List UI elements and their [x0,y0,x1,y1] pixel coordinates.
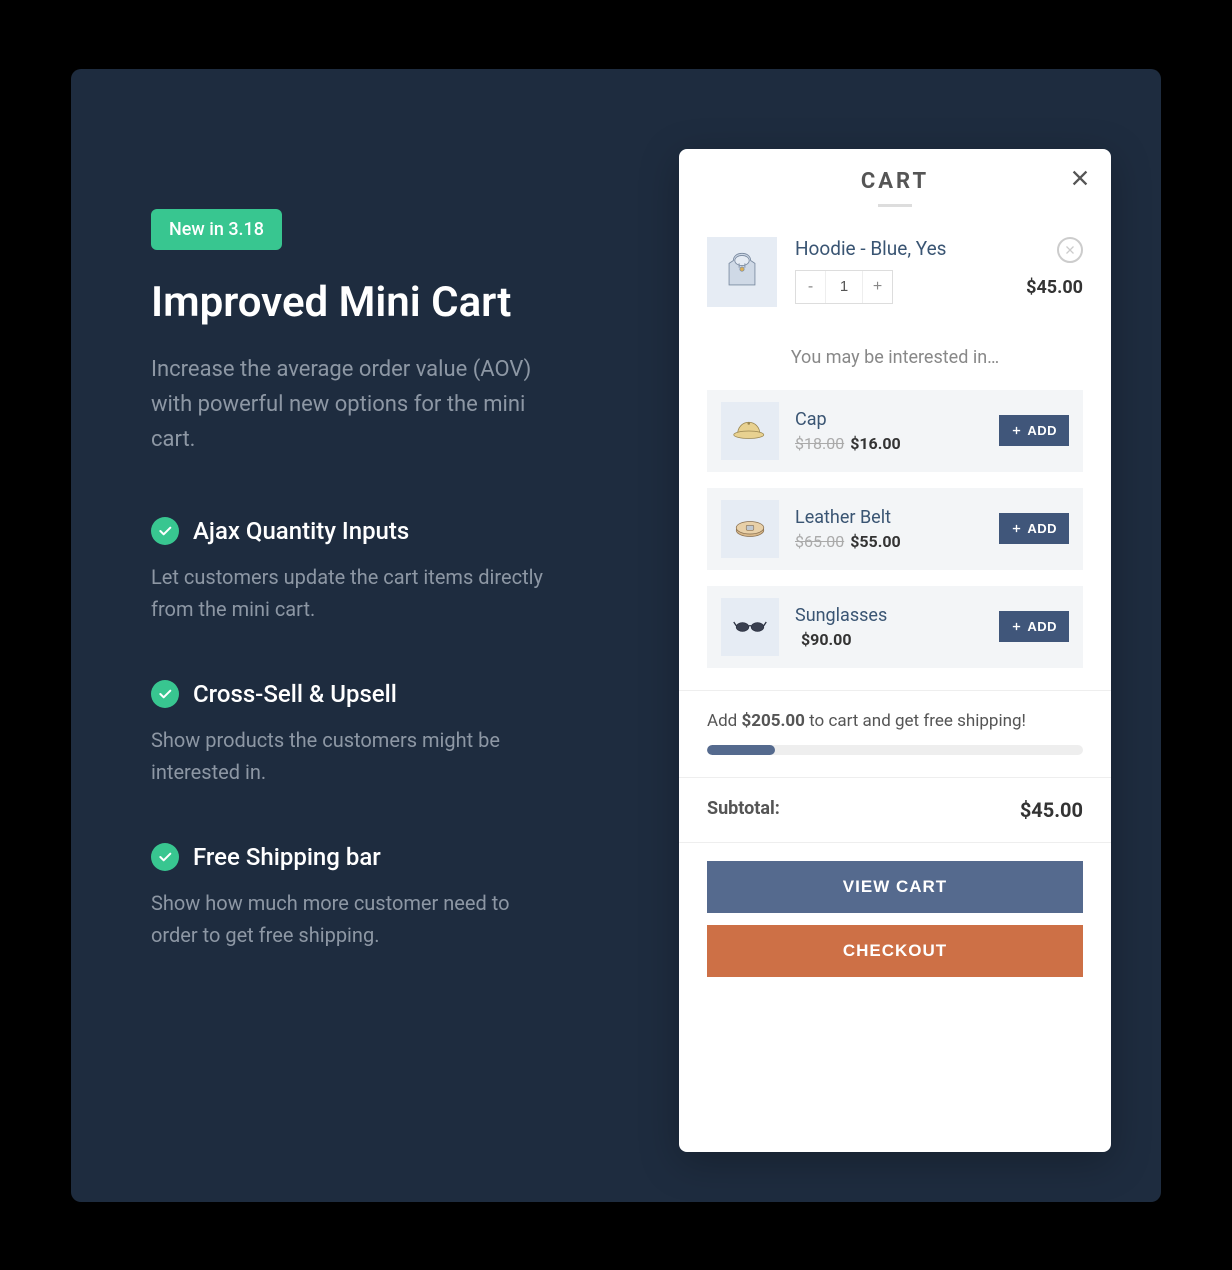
upsell-item: Sunglasses $90.00 ADD [707,586,1083,668]
upsell-price: $90.00 [795,630,983,649]
hero-description: Increase the average order value (AOV) w… [151,352,551,458]
cart-item: Hoodie - Blue, Yes - + $45.00 [707,237,1083,307]
free-shipping-bar: Add $205.00 to cart and get free shippin… [679,691,1111,755]
quantity-stepper: - + [795,270,893,304]
check-icon [151,680,179,708]
upsell-price: $65.00$55.00 [795,532,983,551]
check-icon [151,517,179,545]
cart-title: CART [679,169,1111,194]
progress-fill [707,745,775,755]
hoodie-icon [707,237,777,307]
feature-title: Ajax Quantity Inputs [193,517,409,545]
feature-title: Cross-Sell & Upsell [193,680,397,708]
feature-desc: Show how much more customer need to orde… [151,887,551,951]
feature-crosssell: Cross-Sell & Upsell Show products the cu… [151,680,639,788]
promo-copy: New in 3.18 Improved Mini Cart Increase … [151,149,639,1152]
sunglasses-icon [721,598,779,656]
close-icon[interactable] [1067,165,1093,191]
upsell-item: Cap $18.00$16.00 ADD [707,390,1083,472]
qty-increase-button[interactable]: + [862,271,892,303]
view-cart-button[interactable]: VIEW CART [707,861,1083,913]
upsell-name[interactable]: Leather Belt [795,507,983,528]
add-button[interactable]: ADD [999,415,1069,446]
cart-item-price: $45.00 [1026,277,1083,298]
add-button[interactable]: ADD [999,513,1069,544]
add-button[interactable]: ADD [999,611,1069,642]
cart-item-name: Hoodie - Blue, Yes [795,237,1008,260]
title-underline [878,204,912,207]
feature-title: Free Shipping bar [193,843,381,871]
shipping-text: Add $205.00 to cart and get free shippin… [707,711,1083,731]
hero-title: Improved Mini Cart [151,280,639,326]
feature-shipping: Free Shipping bar Show how much more cus… [151,843,639,951]
qty-decrease-button[interactable]: - [796,271,826,303]
subtotal-label: Subtotal: [707,798,780,822]
upsell-item: Leather Belt $65.00$55.00 ADD [707,488,1083,570]
cap-icon [721,402,779,460]
upsell-price: $18.00$16.00 [795,434,983,453]
checkout-button[interactable]: CHECKOUT [707,925,1083,977]
promo-canvas: New in 3.18 Improved Mini Cart Increase … [71,69,1161,1202]
remove-item-button[interactable] [1057,237,1083,263]
upsell-name[interactable]: Cap [795,409,983,430]
subtotal-value: $45.00 [1020,798,1083,822]
qty-input[interactable] [826,271,862,303]
subtotal-row: Subtotal: $45.00 [679,777,1111,843]
shipping-progress [707,745,1083,755]
feature-ajax: Ajax Quantity Inputs Let customers updat… [151,517,639,625]
check-icon [151,843,179,871]
upsell-heading: You may be interested in… [707,347,1083,368]
version-badge: New in 3.18 [151,209,282,250]
feature-desc: Show products the customers might be int… [151,724,551,788]
upsell-name[interactable]: Sunglasses [795,605,983,626]
belt-icon [721,500,779,558]
feature-desc: Let customers update the cart items dire… [151,561,551,625]
mini-cart: CART Hoodie - Blue, Yes - + [679,149,1111,1152]
